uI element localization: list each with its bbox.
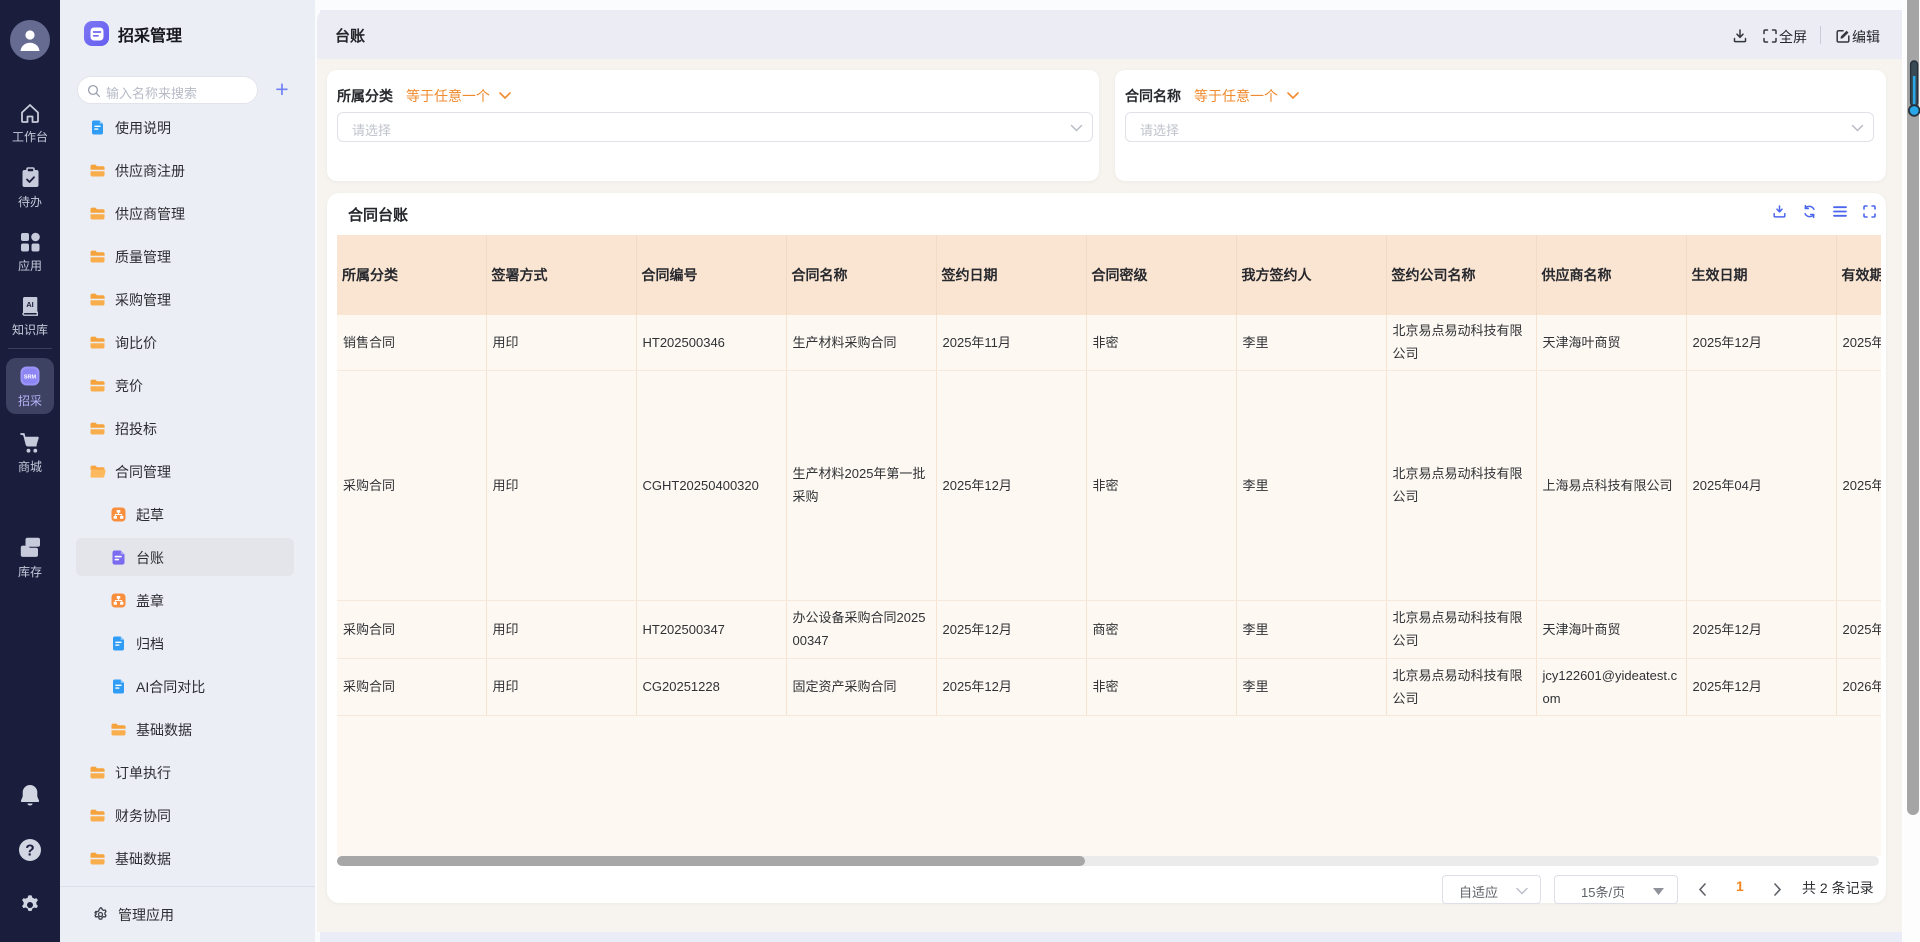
svg-text:SRM: SRM bbox=[24, 375, 37, 381]
svg-text:AI: AI bbox=[26, 300, 34, 309]
svg-text:?: ? bbox=[25, 843, 34, 860]
